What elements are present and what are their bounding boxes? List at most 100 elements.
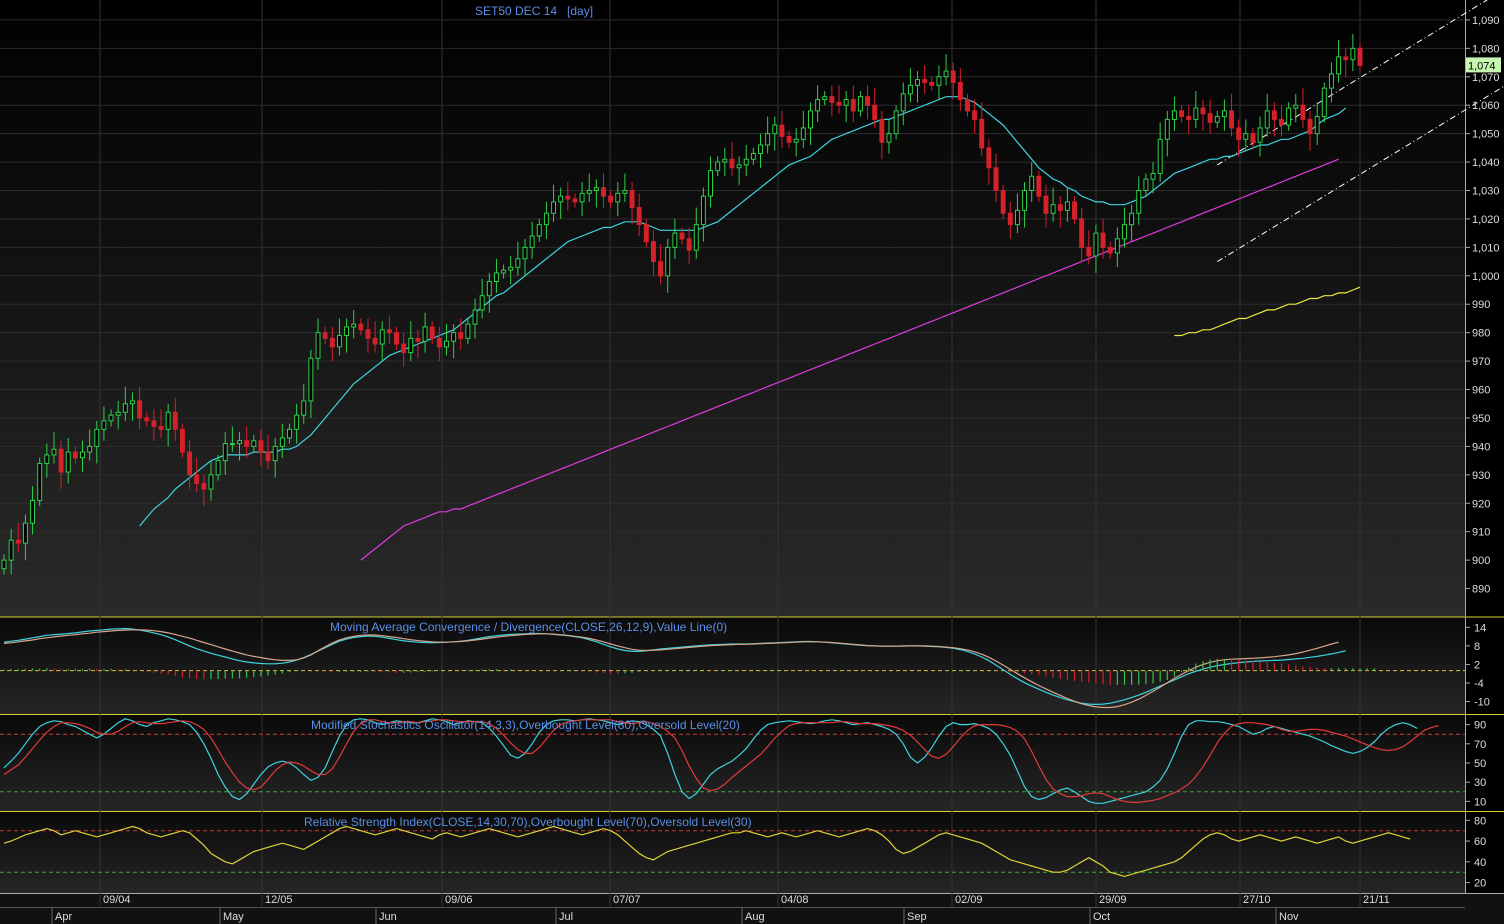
price-tick-label: 1,070 [1472,72,1500,84]
indicator-tick-label: 50 [1474,758,1486,770]
candle-body [1286,107,1292,126]
candle-body [1236,127,1242,140]
candle-body [1293,104,1299,109]
candle-body [130,400,135,405]
candle-body [115,411,121,416]
candle-body [1343,56,1349,61]
month-tick-label: Nov [1279,911,1299,923]
indicator-tick-label: 80 [1474,815,1486,827]
candle-body [1336,56,1342,75]
date-tick-label: 21/11 [1363,894,1390,906]
indicator-tick-label: -4 [1474,678,1484,690]
date-tick-label: 29/09 [1099,894,1127,906]
candle-body [1157,138,1163,174]
candle-body [636,207,642,226]
candle-body [658,261,664,277]
candle-body [679,232,685,240]
candle-body [1350,47,1356,61]
candle-body [1179,110,1185,118]
candle-body [279,437,285,447]
candle-body [922,79,928,83]
date-tick-label: 09/04 [103,894,131,906]
candle-body [1,559,7,570]
candle-body [943,70,949,78]
month-tick-label: Aug [745,911,765,923]
candle-body [1057,204,1063,211]
candle-body [22,522,28,544]
candle-body [622,190,628,194]
price-tick-label: 990 [1472,299,1490,311]
candle-body [122,403,128,413]
month-tick-label: Jun [379,911,397,923]
price-tick-label: 940 [1472,441,1490,453]
candle-body [44,454,50,464]
candle-body [108,414,114,422]
indicator-tick-label: 8 [1474,641,1480,653]
indicator-tick-label: 60 [1474,836,1486,848]
month-tick-label: Sep [907,911,927,923]
candle-body [772,124,778,135]
candle-body [722,158,728,163]
candle-body [172,411,178,430]
candle-body [750,153,756,160]
candle-body [693,224,699,251]
candle-body [144,417,150,422]
candle-body [1143,178,1149,192]
candle-body [950,70,956,83]
candle-body [1207,113,1213,123]
candle-body [765,133,771,146]
candle-body [451,332,457,342]
price-tick-label: 1,060 [1472,100,1500,112]
date-tick-label: 09/06 [445,894,473,906]
candle-body [1357,47,1363,66]
candle-body [1086,246,1092,257]
candle-body [222,443,228,462]
price-tick-label: 950 [1472,413,1490,425]
price-panel [0,0,1465,617]
candle-body [565,195,571,200]
candle-body [272,445,278,462]
candle-body [501,269,507,274]
candle-body [72,451,78,459]
candle-body [101,420,107,430]
candle-body [729,158,735,169]
date-tick-label: 07/07 [613,894,641,906]
candle-body [593,187,599,192]
candle-body [365,329,371,339]
candle-body [237,440,242,445]
candle-body [508,266,514,271]
candle-body [301,400,307,416]
candle-body [401,343,407,354]
candle-body [900,93,906,112]
candle-body [294,414,300,430]
candle-body [1022,190,1028,211]
candle-body [151,420,157,427]
candle-body [1314,116,1320,135]
candle-body [1164,118,1170,140]
candle-body [436,337,442,348]
candle-body [87,445,93,453]
candle-body [979,118,985,149]
stochastic-title: Modified Stochastics Oscillator(14,3,3),… [311,718,740,732]
candle-body [915,79,920,86]
candle-body [1079,218,1085,248]
candle-body [244,440,250,447]
candle-body [372,337,378,345]
candle-body [1321,87,1327,118]
candle-body [893,110,899,135]
candle-body [358,323,364,331]
candle-body [336,335,342,348]
candle-body [379,329,385,345]
price-tick-label: 1,050 [1472,129,1500,141]
candle-body [458,332,464,339]
candle-body [1000,190,1006,214]
month-tick-label: Jul [559,911,573,923]
price-tick-label: 1,000 [1472,271,1500,283]
candle-body [308,357,314,402]
candle-body [1200,107,1206,115]
candle-body [615,192,621,203]
candle-body [1271,110,1277,120]
candle-body [586,190,592,194]
candle-body [779,124,785,137]
candle-body [94,428,100,447]
